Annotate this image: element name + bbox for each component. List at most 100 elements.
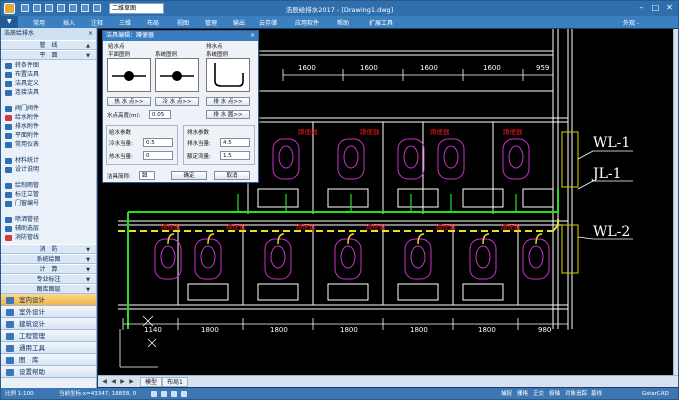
tool-material-stats[interactable]: 材料统计 [1,156,96,165]
cancel-button[interactable]: 取消 [214,171,250,180]
ok-button[interactable]: 确定 [171,171,207,180]
indoor-design-icon [6,297,14,304]
design-flow-input[interactable]: 1.5 [220,151,250,160]
dialog-close-icon[interactable]: × [250,31,255,41]
first-tab-icon[interactable]: ◀ [100,377,109,386]
tool-fire-pipeline[interactable]: 消防管线 [1,233,96,242]
drain-circle-button[interactable]: 排 水 圆>> [206,110,250,119]
tab-layout1[interactable]: 布局1 [162,377,188,387]
drain-legend-preview[interactable] [206,58,250,92]
menu-apps[interactable]: 应用软件 [295,18,319,27]
fixture-label: 蹲便器 [226,223,246,231]
category-annotation[interactable]: 专业标注 ▼ [1,274,96,284]
polar-toggle-icon[interactable] [181,391,187,397]
prev-tab-icon[interactable]: ◀ [109,377,118,386]
drain-flow-label: 排水当量: [187,141,211,147]
tool-icon [5,106,12,112]
fixture-name-input[interactable]: 蹲 [139,171,155,180]
menu-view[interactable]: 视图 [177,18,189,27]
tool-place-fixture[interactable]: 布置洁具 [1,70,96,79]
hot-flow-input[interactable]: 0 [143,151,173,160]
ortho-toggle-icon[interactable] [171,391,177,397]
status-baseline[interactable]: 基线 [591,388,602,399]
tool-icon [5,81,12,87]
snap-toggle-icon[interactable] [151,391,157,397]
app-menu-button[interactable]: ▼ [1,16,18,28]
status-object-track[interactable]: 对象追踪 [565,388,587,399]
tool-define-fixture[interactable]: 洁具定义 [1,79,96,88]
cold-flow-input[interactable]: 0.5 [143,138,173,147]
status-snap[interactable]: 捕捉 [501,388,512,399]
category-pipeline[interactable]: 管 线 ▲ [1,40,96,50]
grid-toggle-icon[interactable] [161,391,167,397]
status-ortho[interactable]: 正交 [533,388,544,399]
module-indoor-design[interactable]: 室内设计 [1,294,96,306]
status-grid[interactable]: 栅格 [517,388,528,399]
fixture-label: 蹲便器 [296,223,316,231]
tool-connect-fixture[interactable]: 连接洁具 [1,88,96,97]
tool-icon [5,183,12,189]
menu-manage[interactable]: 管理 [205,18,217,27]
tool-draw-rain-pipe[interactable]: 绘制雨管 [1,181,96,190]
menu-3d[interactable]: 三维 [119,18,131,27]
workspace-label[interactable]: 外观 - [623,18,639,27]
tool-design-notes[interactable]: 设计说明 [1,165,96,174]
category-plan[interactable]: 平 面 ▼ [1,50,96,60]
category-calculation[interactable]: 计 算 ▼ [1,264,96,274]
tool-icon [5,115,12,121]
category-library-layers[interactable]: 图库图层 ▼ [1,284,96,294]
module-settings-help[interactable]: 设置帮助 [1,366,96,378]
close-button[interactable]: ✕ [663,2,676,14]
tool-drain-fittings[interactable]: 排水附件 [1,122,96,131]
module-library[interactable]: 图 库 [1,354,96,366]
system-legend-preview[interactable] [155,58,199,92]
maximize-button[interactable]: □ [649,2,662,14]
menu-cloud-storage[interactable]: 云存储 [259,18,277,27]
tool-convert-drawing[interactable]: 转条件图 [1,61,96,70]
tool-meters[interactable]: 常用仪表 [1,140,96,149]
menu-common[interactable]: 常用 [33,18,45,27]
tool-valves[interactable]: 阀门阀件 [1,104,96,113]
design-flow-label: 额定流量: [187,154,211,160]
tool-supply-fittings[interactable]: 给水附件 [1,113,96,122]
category-system-drawing[interactable]: 系统绘图 ▼ [1,254,96,264]
hot-water-point-button[interactable]: 热 水 点>> [107,97,151,106]
drain-point-button[interactable]: 排 水 点>> [206,97,250,106]
category-fire[interactable]: 消 防 ▼ [1,244,96,254]
dimension-text: 1600 [298,64,316,72]
vertical-scrollbar[interactable] [673,29,678,375]
status-polar[interactable]: 极轴 [549,388,560,399]
menu-insert[interactable]: 插入 [63,18,75,27]
tool-sprinkler-diameter[interactable]: 喷洒管径 [1,215,96,224]
coordinate-readout: 当前坐标:x=43347, 18858, 0 [59,391,137,397]
plan-legend-preview[interactable] [107,58,151,92]
cold-water-point-button[interactable]: 冷 水 点>> [155,97,199,106]
tool-door-window-number[interactable]: 门窗编号 [1,199,96,208]
palette-title: 浩辰给排水 [4,30,35,37]
general-tools-icon [6,345,14,352]
system-legend-label: 系统图例 [155,52,178,58]
menu-extend-tools[interactable]: 扩展工具 [369,18,393,27]
tool-select-floor[interactable]: 辅助选层 [1,224,96,233]
brand-label: GstarCAD [642,391,669,397]
tool-label-riser[interactable]: 标注立管 [1,190,96,199]
menu-annotate[interactable]: 注释 [91,18,103,27]
module-building-design[interactable]: 建筑设计 [1,318,96,330]
menu-output[interactable]: 输出 [233,18,245,27]
next-tab-icon[interactable]: ▶ [118,377,127,386]
menu-help[interactable]: 帮助 [337,18,349,27]
scale-indicator[interactable]: 比例 1:100 [5,388,34,399]
tab-model[interactable]: 模型 [140,377,163,387]
module-general-tools[interactable]: 通用工具 [1,342,96,354]
last-tab-icon[interactable]: ▶ [127,377,136,386]
palette-close-icon[interactable]: × [88,28,93,40]
module-outdoor-design[interactable]: 室外设计 [1,306,96,318]
water-height-input[interactable]: 0.05 [149,110,171,119]
module-project-manage[interactable]: 工程管理 [1,330,96,342]
menu-layout[interactable]: 布局 [147,18,159,27]
tool-plan-fittings[interactable]: 平面附件 [1,131,96,140]
drain-flow-input[interactable]: 4.5 [220,138,250,147]
dimension-text: 1600 [483,64,501,72]
supply-params-title: 给水参数 [109,130,132,136]
minimize-button[interactable]: – [635,2,648,14]
